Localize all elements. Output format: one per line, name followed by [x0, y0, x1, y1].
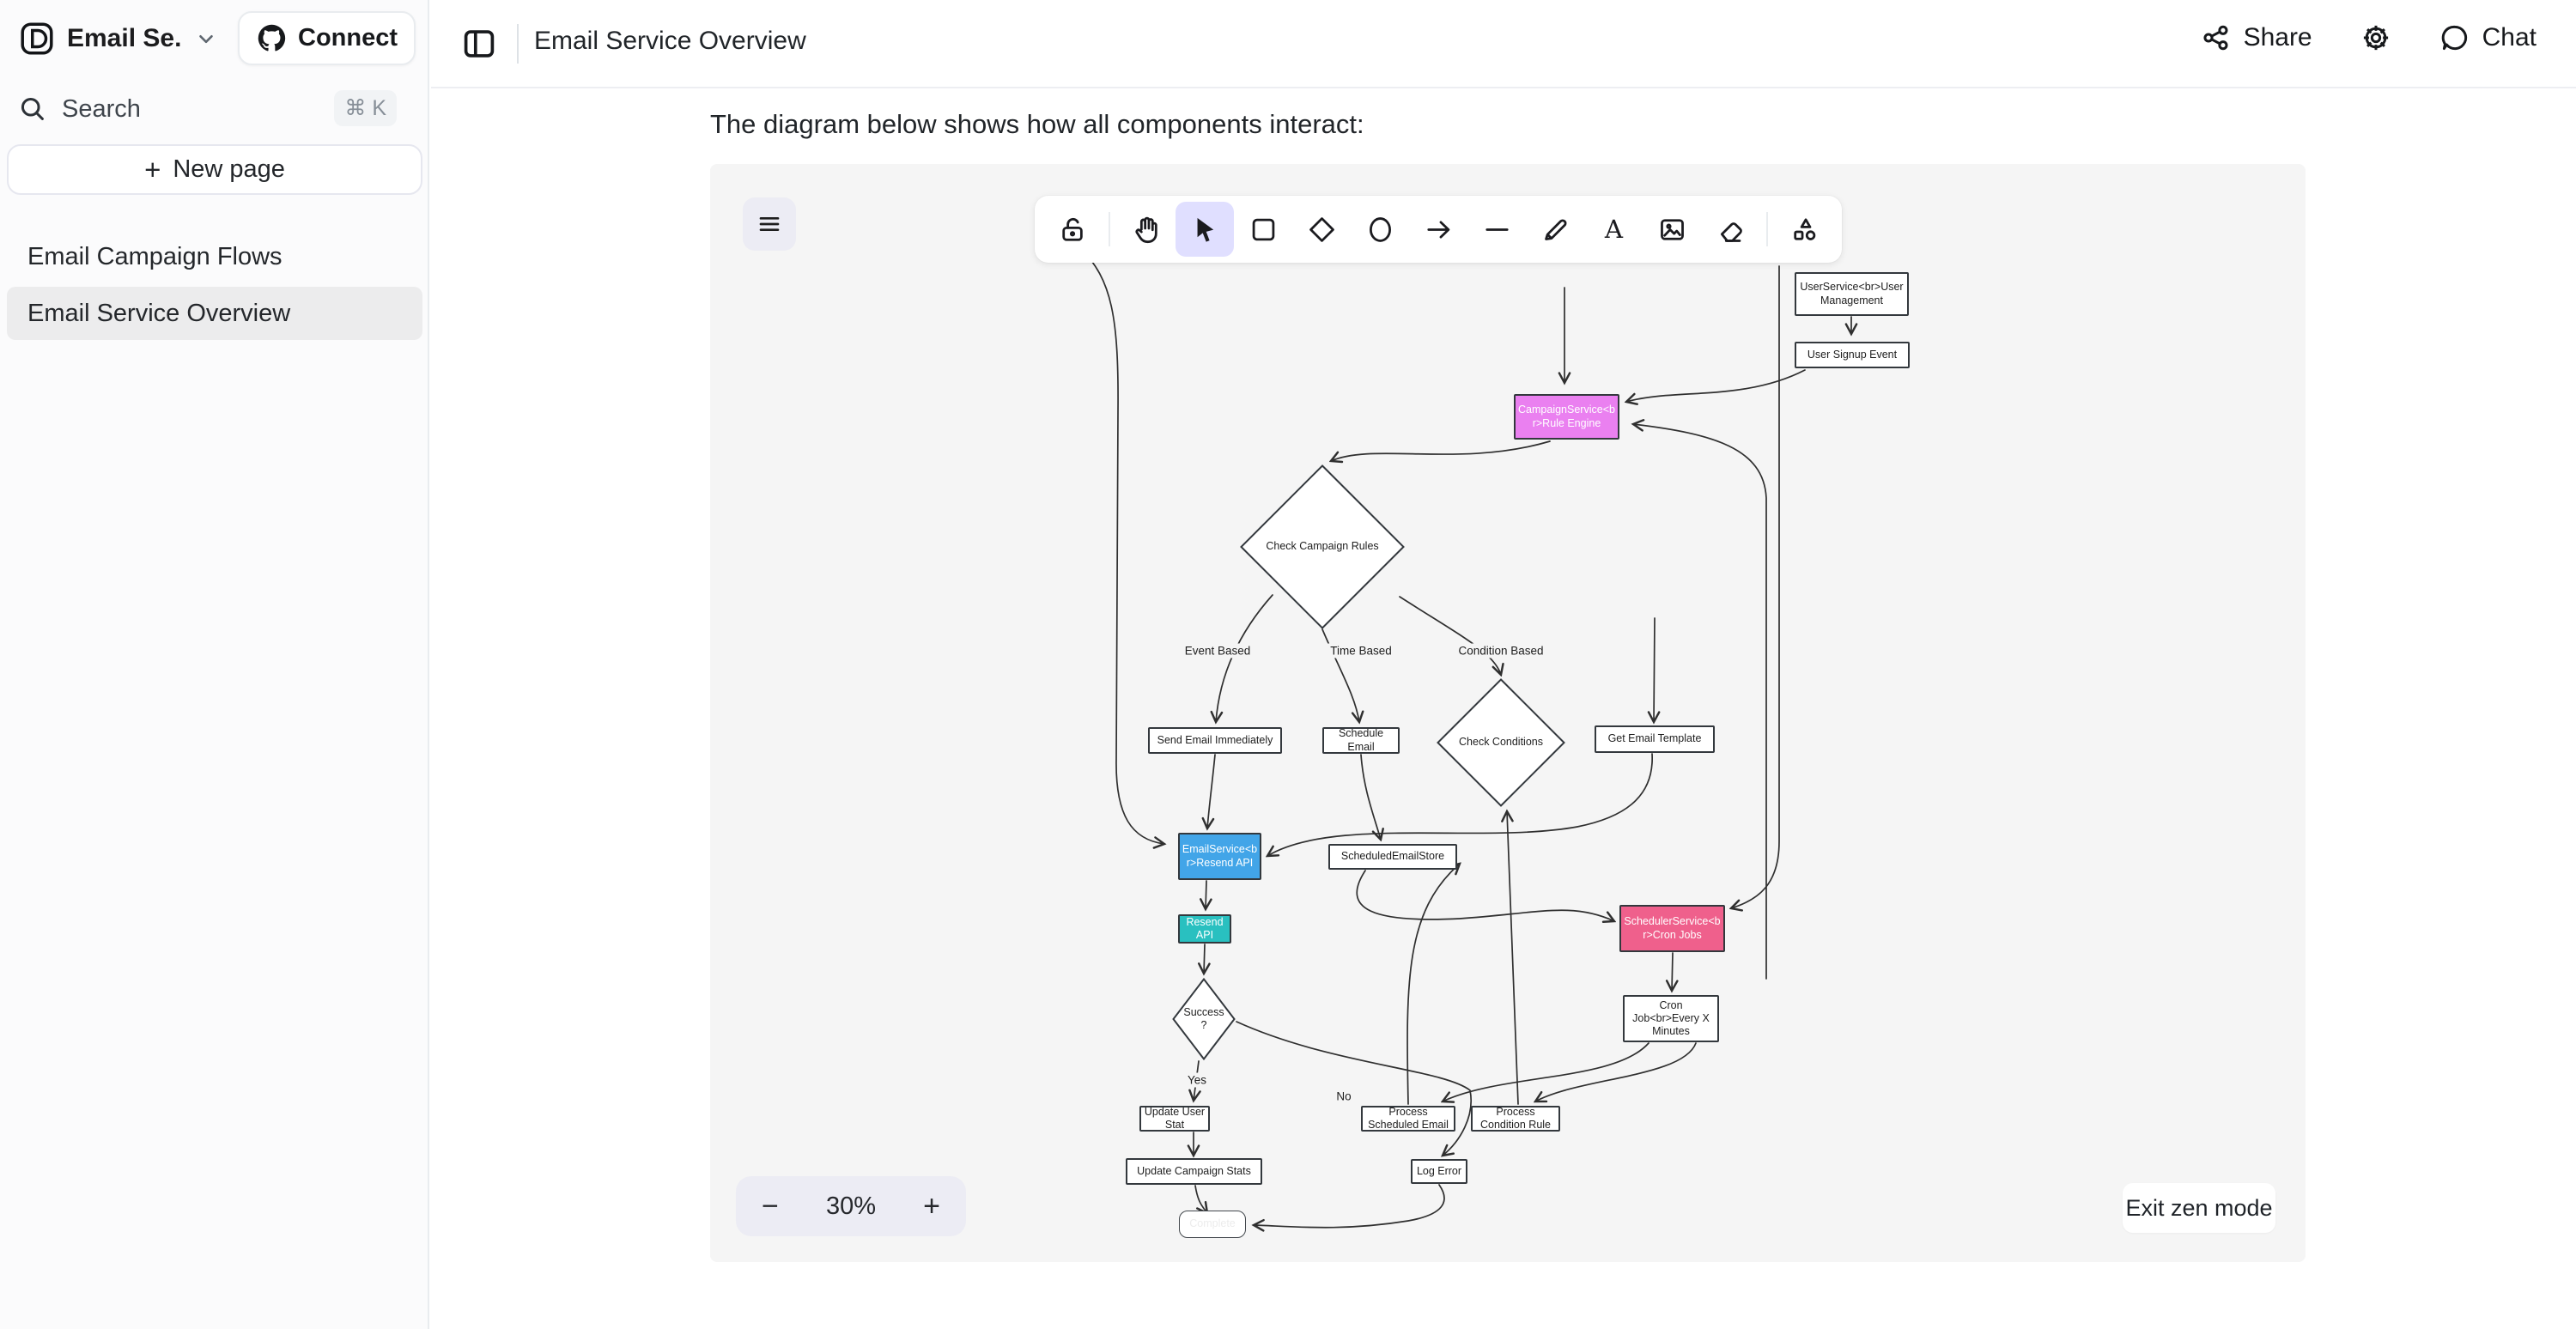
- canvas-menu-button[interactable]: [743, 197, 796, 251]
- connect-label: Connect: [298, 24, 398, 52]
- header-actions: Share Chat: [2201, 22, 2537, 53]
- flow-node-process-condition-rule[interactable]: Process Condition Rule: [1471, 1106, 1560, 1132]
- flow-node-send-email-immediately[interactable]: Send Email Immediately: [1148, 727, 1282, 754]
- pages-list: Email Campaign FlowsEmail Service Overvi…: [7, 230, 422, 343]
- edge-label-yes[interactable]: Yes: [1185, 1073, 1209, 1088]
- new-page-label: New page: [173, 155, 285, 184]
- flow-node-update-campaign-stats[interactable]: Update Campaign Stats: [1126, 1158, 1262, 1185]
- tool-diamond-icon[interactable]: [1292, 202, 1351, 257]
- flow-node-get-email-template[interactable]: Get Email Template: [1595, 725, 1715, 753]
- flow-node-campaign-service[interactable]: CampaignService<br>Rule Engine: [1514, 394, 1619, 440]
- share-button[interactable]: Share: [2201, 22, 2312, 53]
- flow-node-check-campaign-rules[interactable]: Check Campaign Rules: [1240, 464, 1405, 629]
- flow-node-label: Check Campaign Rules: [1242, 540, 1401, 553]
- edge-label-event-based[interactable]: Event Based: [1182, 644, 1254, 658]
- app-window: Email Se... Connect Search ⌘ K + New pag…: [0, 0, 2576, 1329]
- flow-node-user-service[interactable]: UserService<br>User Management: [1795, 272, 1909, 316]
- page-title: Email Service Overview: [534, 27, 806, 56]
- zoom-out-button[interactable]: −: [762, 1192, 779, 1221]
- flow-node-process-scheduled-email[interactable]: Process Scheduled Email: [1361, 1106, 1455, 1132]
- settings-button[interactable]: [2360, 22, 2391, 53]
- tool-shapes-icon[interactable]: [1775, 202, 1833, 257]
- flow-node-update-user-stat[interactable]: Update User Stat: [1139, 1106, 1210, 1132]
- tool-hand-icon[interactable]: [1117, 202, 1176, 257]
- plus-icon: +: [144, 154, 161, 186]
- workspace-name: Email Se...: [67, 24, 183, 53]
- chevron-down-icon: [195, 27, 217, 50]
- chat-label: Chat: [2482, 23, 2537, 52]
- tool-eraser-icon[interactable]: [1701, 202, 1759, 257]
- diagram-canvas[interactable]: UserService<br>User Management User Signu…: [710, 164, 2306, 1262]
- flow-node-schedule-email[interactable]: Schedule Email: [1322, 727, 1400, 754]
- flow-node-label: Check Conditions: [1441, 736, 1561, 749]
- page-header: Email Service Overview Share Chat: [431, 0, 2576, 88]
- exit-zen-mode-button[interactable]: Exit zen mode: [2123, 1183, 2275, 1233]
- hamburger-icon: [756, 210, 783, 238]
- tool-lock-icon[interactable]: [1043, 202, 1102, 257]
- chat-bubble-icon: [2439, 22, 2470, 53]
- flow-node-cron-job[interactable]: Cron Job<br>Every X Minutes: [1623, 995, 1719, 1042]
- flow-node-scheduler-service[interactable]: SchedulerService<br>Cron Jobs: [1619, 905, 1725, 952]
- chat-button[interactable]: Chat: [2439, 22, 2537, 53]
- tool-rectangle-icon[interactable]: [1234, 202, 1292, 257]
- tool-selection-icon[interactable]: [1176, 202, 1234, 257]
- flow-node-check-conditions[interactable]: Check Conditions: [1437, 678, 1565, 807]
- header-divider: [517, 24, 519, 64]
- search-input[interactable]: Search ⌘ K: [17, 88, 412, 130]
- edge-label-no[interactable]: No: [1334, 1089, 1353, 1104]
- github-icon: [256, 22, 288, 54]
- search-placeholder: Search: [62, 95, 141, 124]
- search-icon: [17, 94, 48, 124]
- share-icon: [2201, 22, 2232, 53]
- tool-arrow-icon[interactable]: [1409, 202, 1467, 257]
- canvas-toolbar: A: [1035, 196, 1842, 263]
- edge-label-condition-based[interactable]: Condition Based: [1455, 644, 1546, 658]
- github-connect-button[interactable]: Connect: [238, 11, 416, 65]
- intro-paragraph: The diagram below shows how all componen…: [710, 109, 1364, 140]
- sidebar-page-email-service-overview[interactable]: Email Service Overview: [7, 287, 422, 340]
- tool-text-icon[interactable]: A: [1584, 202, 1643, 257]
- zoom-level[interactable]: 30%: [826, 1192, 876, 1221]
- flow-node-user-signup-event[interactable]: User Signup Event: [1795, 342, 1910, 368]
- flow-node-complete[interactable]: Complete: [1179, 1211, 1246, 1238]
- flow-node-email-service[interactable]: EmailService<br>Resend API: [1178, 833, 1261, 880]
- zoom-control: − 30% +: [736, 1176, 966, 1236]
- svg-text:A: A: [1603, 214, 1623, 243]
- sidebar: Email Se... Connect Search ⌘ K + New pag…: [0, 0, 429, 1329]
- flow-node-log-error[interactable]: Log Error: [1411, 1159, 1467, 1184]
- new-page-button[interactable]: + New page: [7, 144, 422, 195]
- toggle-sidebar-icon[interactable]: [460, 25, 498, 63]
- app-logo-icon: [19, 21, 55, 57]
- flow-node-scheduled-email-store[interactable]: ScheduledEmailStore: [1328, 844, 1457, 870]
- flow-node-resend-api[interactable]: Resend API: [1178, 914, 1231, 944]
- toolbar-divider: [1766, 212, 1768, 246]
- flow-node-label: Success ?: [1172, 1006, 1236, 1033]
- sidebar-page-email-campaign-flows[interactable]: Email Campaign Flows: [7, 230, 422, 283]
- gear-icon: [2360, 22, 2391, 53]
- zoom-in-button[interactable]: +: [923, 1192, 940, 1221]
- tool-ellipse-icon[interactable]: [1351, 202, 1409, 257]
- edge-label-time-based[interactable]: Time Based: [1327, 644, 1394, 658]
- tool-line-icon[interactable]: [1467, 202, 1526, 257]
- workspace-switcher[interactable]: Email Se...: [19, 11, 217, 66]
- tool-draw-icon[interactable]: [1526, 202, 1584, 257]
- share-label: Share: [2244, 23, 2312, 52]
- flow-node-success-decision[interactable]: Success ?: [1172, 978, 1236, 1060]
- search-shortcut-badge: ⌘ K: [334, 90, 397, 126]
- toolbar-divider: [1109, 212, 1110, 246]
- tool-image-icon[interactable]: [1643, 202, 1701, 257]
